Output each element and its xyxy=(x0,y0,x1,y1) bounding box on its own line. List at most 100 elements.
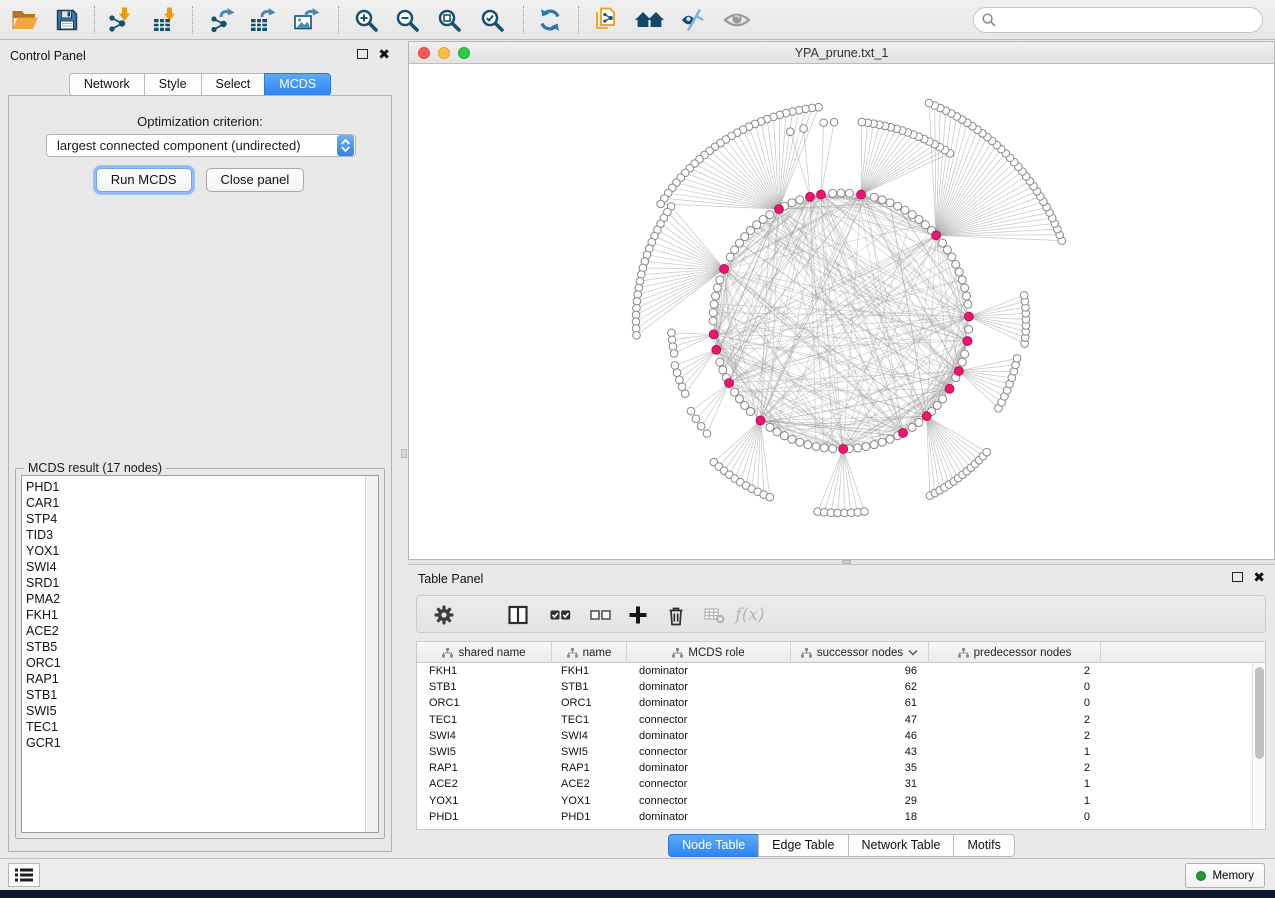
mcds-result-item[interactable]: ORC1 xyxy=(26,655,378,671)
show-all-button[interactable] xyxy=(718,3,756,37)
window-zoom-button[interactable] xyxy=(458,47,470,59)
mcds-result-item[interactable]: SWI4 xyxy=(26,559,378,575)
delete-table-button[interactable] xyxy=(699,601,729,629)
import-network-button[interactable] xyxy=(101,3,139,37)
mcds-result-item[interactable]: PMA2 xyxy=(26,591,378,607)
float-panel-icon[interactable] xyxy=(357,49,368,59)
save-session-button[interactable] xyxy=(48,3,86,37)
mcds-result-item[interactable]: GCR1 xyxy=(26,735,378,751)
network-canvas[interactable] xyxy=(409,64,1274,559)
tab-style[interactable]: Style xyxy=(144,73,201,96)
close-panel-icon[interactable]: ✖ xyxy=(378,49,390,59)
network-graph[interactable] xyxy=(409,64,1274,559)
vertical-splitter[interactable] xyxy=(400,41,408,858)
mcds-result-item[interactable]: CAR1 xyxy=(26,495,378,511)
columns-icon xyxy=(508,605,528,625)
mcds-result-item[interactable]: YOX1 xyxy=(26,543,378,559)
mcds-result-item[interactable]: STB1 xyxy=(26,687,378,703)
table-scrollbar[interactable] xyxy=(1252,663,1265,830)
table-row[interactable]: STB1STB1dominator620 xyxy=(417,679,1265,695)
tab-node-table[interactable]: Node Table xyxy=(668,834,758,857)
table-row[interactable]: RAP1RAP1dominator352 xyxy=(417,760,1265,776)
column-header-shared-name[interactable]: shared name xyxy=(417,642,552,663)
open-file-button[interactable] xyxy=(6,3,44,37)
hide-selected-button[interactable] xyxy=(674,3,712,37)
run-mcds-button[interactable]: Run MCDS xyxy=(96,168,192,192)
zoom-in-button[interactable] xyxy=(347,3,385,37)
zoom-selected-button[interactable] xyxy=(473,3,511,37)
table-row[interactable]: ORC1ORC1dominator610 xyxy=(417,695,1265,711)
mcds-result-list[interactable]: PHD1CAR1STP4TID3YOX1SWI4SRD1PMA2FKH1ACE2… xyxy=(21,475,379,833)
export-network-button[interactable] xyxy=(203,3,241,37)
table-row[interactable]: SWI5SWI5connector431 xyxy=(417,744,1265,760)
result-list-scrollbar[interactable] xyxy=(365,476,378,832)
select-all-rows-button[interactable] xyxy=(545,601,575,629)
refresh-button[interactable] xyxy=(531,3,569,37)
panel-menu-button[interactable] xyxy=(8,863,40,887)
export-table-button[interactable] xyxy=(244,3,282,37)
column-header-MCDS-role[interactable]: MCDS role xyxy=(627,642,791,663)
import-table-button[interactable] xyxy=(146,3,184,37)
column-header-predecessor-nodes[interactable]: predecessor nodes xyxy=(929,642,1101,663)
table-cell: TEC1 xyxy=(417,714,552,726)
tab-select[interactable]: Select xyxy=(201,73,265,96)
tab-network-table[interactable]: Network Table xyxy=(848,834,954,857)
close-panel-icon[interactable]: ✖ xyxy=(1253,572,1265,582)
mcds-result-item[interactable]: TEC1 xyxy=(26,719,378,735)
table-row[interactable]: YOX1YOX1connector291 xyxy=(417,793,1265,809)
table-row[interactable]: PHD1PHD1dominator180 xyxy=(417,809,1265,825)
add-column-button[interactable] xyxy=(623,601,653,629)
memory-button[interactable]: Memory xyxy=(1185,863,1265,888)
column-header-successor-nodes[interactable]: successor nodes xyxy=(791,642,929,663)
column-settings-button[interactable] xyxy=(429,601,459,629)
table-row[interactable]: SWI4SWI4dominator462 xyxy=(417,728,1265,744)
mcds-result-item[interactable]: RAP1 xyxy=(26,671,378,687)
mcds-result-item[interactable]: SWI5 xyxy=(26,703,378,719)
neighbors-button[interactable] xyxy=(631,3,669,37)
mcds-result-item[interactable]: TID3 xyxy=(26,527,378,543)
tab-edge-table[interactable]: Edge Table xyxy=(758,834,847,857)
column-header-name[interactable]: name xyxy=(552,642,627,663)
tab-motifs[interactable]: Motifs xyxy=(953,834,1014,857)
splitter-handle[interactable] xyxy=(401,449,407,458)
export-image-button[interactable] xyxy=(288,3,326,37)
import-network-icon xyxy=(107,7,133,33)
zoom-fit-button[interactable] xyxy=(430,3,468,37)
apply-function-button[interactable]: f(x) xyxy=(735,601,765,629)
mcds-result-item[interactable]: FKH1 xyxy=(26,607,378,623)
delete-column-button[interactable] xyxy=(661,601,691,629)
sitemap-icon xyxy=(567,648,578,658)
mcds-result-item[interactable]: PHD1 xyxy=(26,479,378,495)
mcds-result-group: MCDS result (17 nodes) PHD1CAR1STP4TID3Y… xyxy=(15,468,385,839)
table-row[interactable]: FKH1FKH1dominator962 xyxy=(417,663,1265,679)
tab-network[interactable]: Network xyxy=(69,73,144,96)
zoom-out-button[interactable] xyxy=(388,3,426,37)
network-window-titlebar[interactable]: YPA_prune.txt_1 xyxy=(409,42,1274,64)
deselect-all-rows-button[interactable] xyxy=(585,601,615,629)
search-input[interactable] xyxy=(1001,10,1262,30)
toolbar-separator xyxy=(523,6,524,34)
table-toolbar: f(x) xyxy=(416,595,1266,633)
table-row[interactable]: TEC1TEC1connector472 xyxy=(417,712,1265,728)
mcds-result-item[interactable]: ACE2 xyxy=(26,623,378,639)
window-minimize-button[interactable] xyxy=(438,47,450,59)
mcds-result-item[interactable]: STB5 xyxy=(26,639,378,655)
tab-mcds[interactable]: MCDS xyxy=(264,73,331,96)
table-row[interactable]: ACE2ACE2connector311 xyxy=(417,776,1265,792)
optimization-criterion-select[interactable]: largest connected component (undirected) xyxy=(46,134,356,157)
table-cell: RAP1 xyxy=(552,762,627,774)
mcds-result-item[interactable]: STP4 xyxy=(26,511,378,527)
table-cell: PHD1 xyxy=(552,811,627,823)
sitemap-icon xyxy=(958,648,969,658)
mcds-result-item[interactable]: SRD1 xyxy=(26,575,378,591)
table-cell: dominator xyxy=(627,730,791,742)
search-field[interactable] xyxy=(973,7,1263,33)
clone-network-button[interactable] xyxy=(587,3,625,37)
scrollbar-thumb[interactable] xyxy=(1255,667,1264,759)
zoom-fit-icon xyxy=(437,8,462,33)
window-close-button[interactable] xyxy=(418,47,430,59)
table-cell: 2 xyxy=(929,762,1101,774)
float-panel-icon[interactable] xyxy=(1232,572,1243,582)
split-columns-button[interactable] xyxy=(503,601,533,629)
close-panel-button[interactable]: Close panel xyxy=(206,168,305,192)
